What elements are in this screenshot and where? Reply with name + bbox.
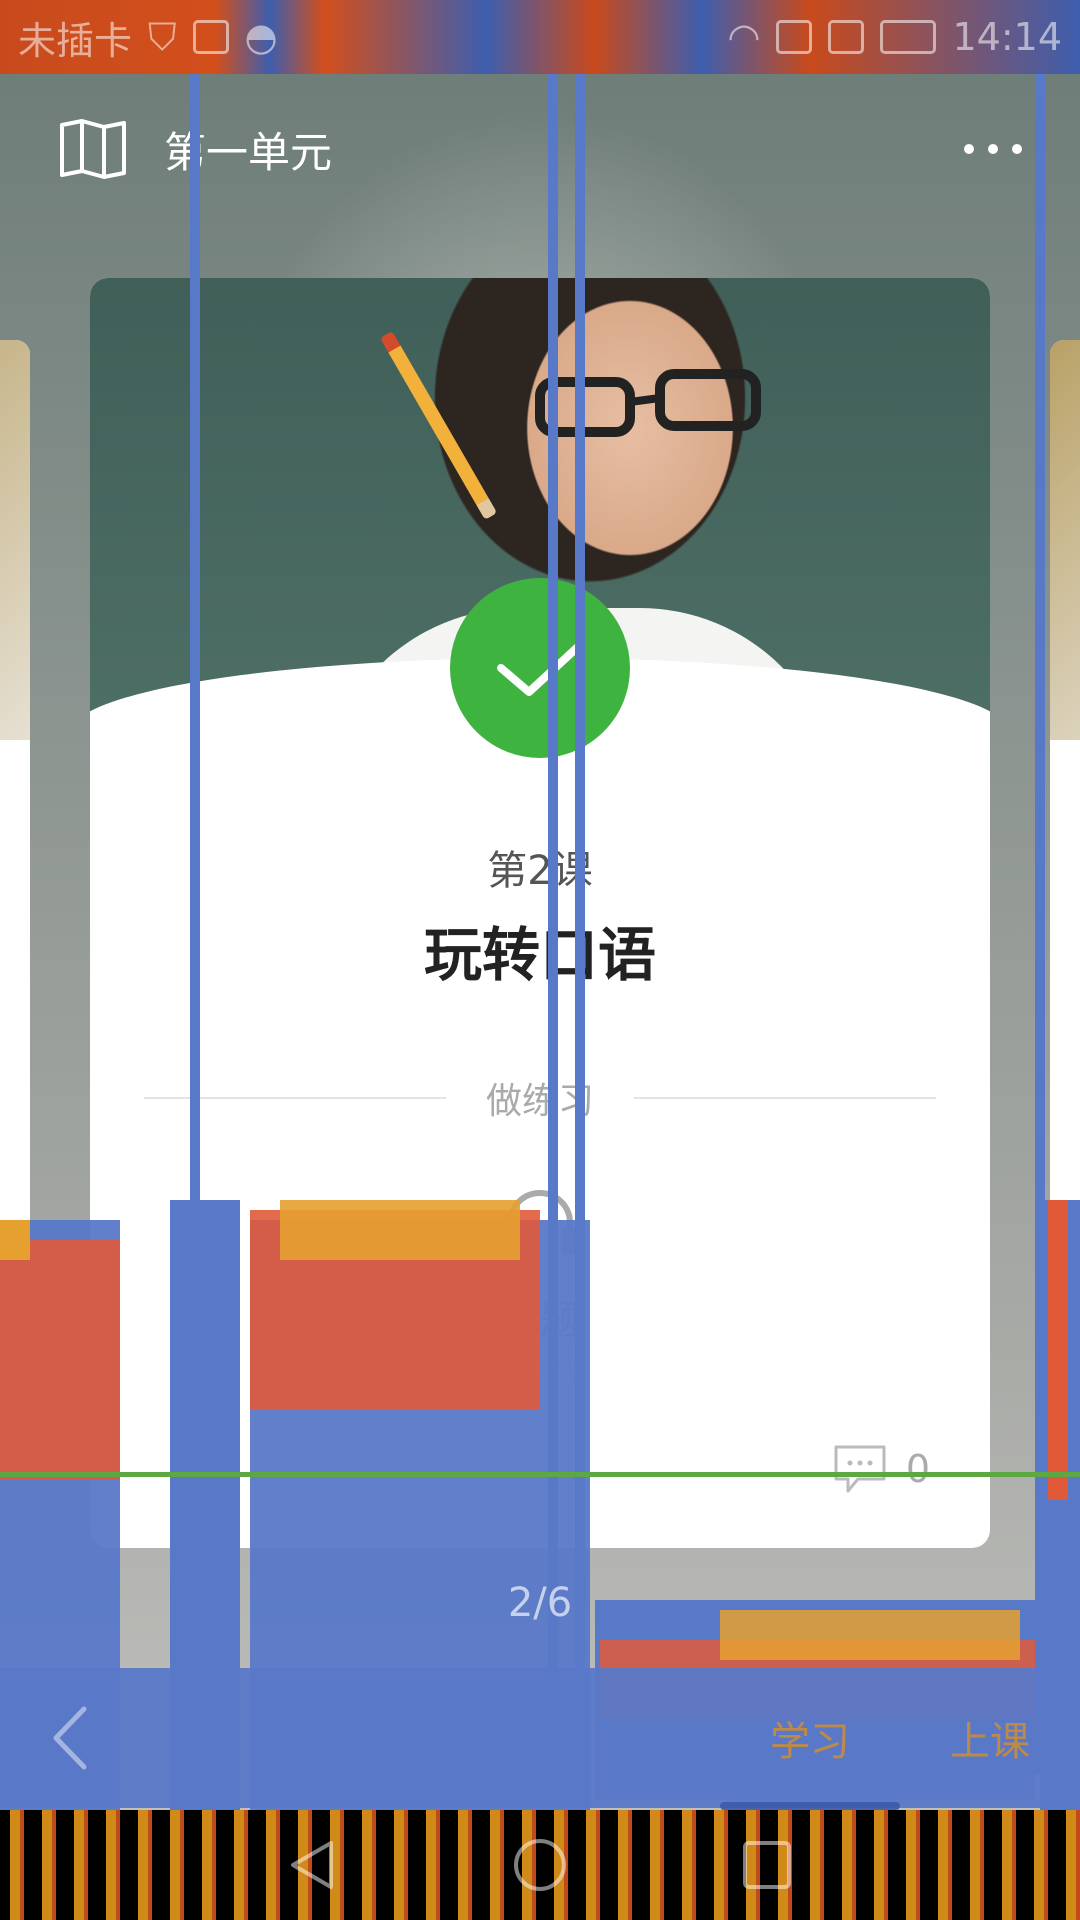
book-icon[interactable] [58, 119, 128, 179]
next-lesson-card[interactable] [1050, 340, 1080, 1480]
rating-stars: ★ ★ ★ [485, 1353, 582, 1388]
lesson-card[interactable]: 第2课 玩转口语 做练习 做题 ★ ★ ★ 0 [90, 278, 990, 1548]
headphone-icon[interactable] [500, 1183, 580, 1263]
android-icon: ◓ [244, 15, 278, 59]
sim-icon [776, 20, 813, 54]
comment-button[interactable]: 0 [832, 1443, 930, 1495]
completed-check-icon [450, 578, 630, 758]
status-bar: 未插卡 ⛉ ◓ ◠ 14:14 [0, 0, 1080, 74]
app-header: 第一单元 [0, 74, 1080, 224]
wifi-icon: ◠ [727, 15, 761, 59]
study-button[interactable]: 学习 [770, 1709, 850, 1767]
image-icon [192, 20, 229, 54]
sim-icon [828, 20, 865, 54]
nav-recents-icon[interactable] [737, 1835, 797, 1895]
clock: 14:14 [952, 15, 1062, 59]
battery-icon [880, 20, 937, 54]
star-icon: ★ [519, 1353, 547, 1388]
task-label[interactable]: 做题 [90, 1288, 990, 1346]
previous-lesson-card[interactable] [0, 340, 30, 1480]
section-divider: 做练习 [144, 1078, 937, 1122]
nav-home-icon[interactable] [510, 1835, 570, 1895]
carrier-text: 未插卡 [18, 18, 133, 63]
class-button[interactable]: 上课 [950, 1709, 1030, 1767]
page-indicator: 2/6 [507, 1580, 573, 1626]
section-label: 做练习 [486, 1081, 595, 1122]
app-bottom-bar: 学习 上课 [0, 1668, 1080, 1808]
back-arrow-icon[interactable] [50, 1703, 90, 1773]
comment-count: 0 [905, 1447, 930, 1491]
lesson-title: 玩转口语 [423, 921, 656, 989]
system-navigation-bar [0, 1810, 1080, 1920]
more-icon[interactable] [964, 144, 1022, 154]
lesson-number: 第2课 [487, 848, 593, 894]
shield-icon: ⛉ [148, 14, 177, 59]
nav-back-icon[interactable] [283, 1835, 343, 1895]
star-icon: ★ [485, 1353, 512, 1388]
comment-icon [834, 1445, 886, 1493]
